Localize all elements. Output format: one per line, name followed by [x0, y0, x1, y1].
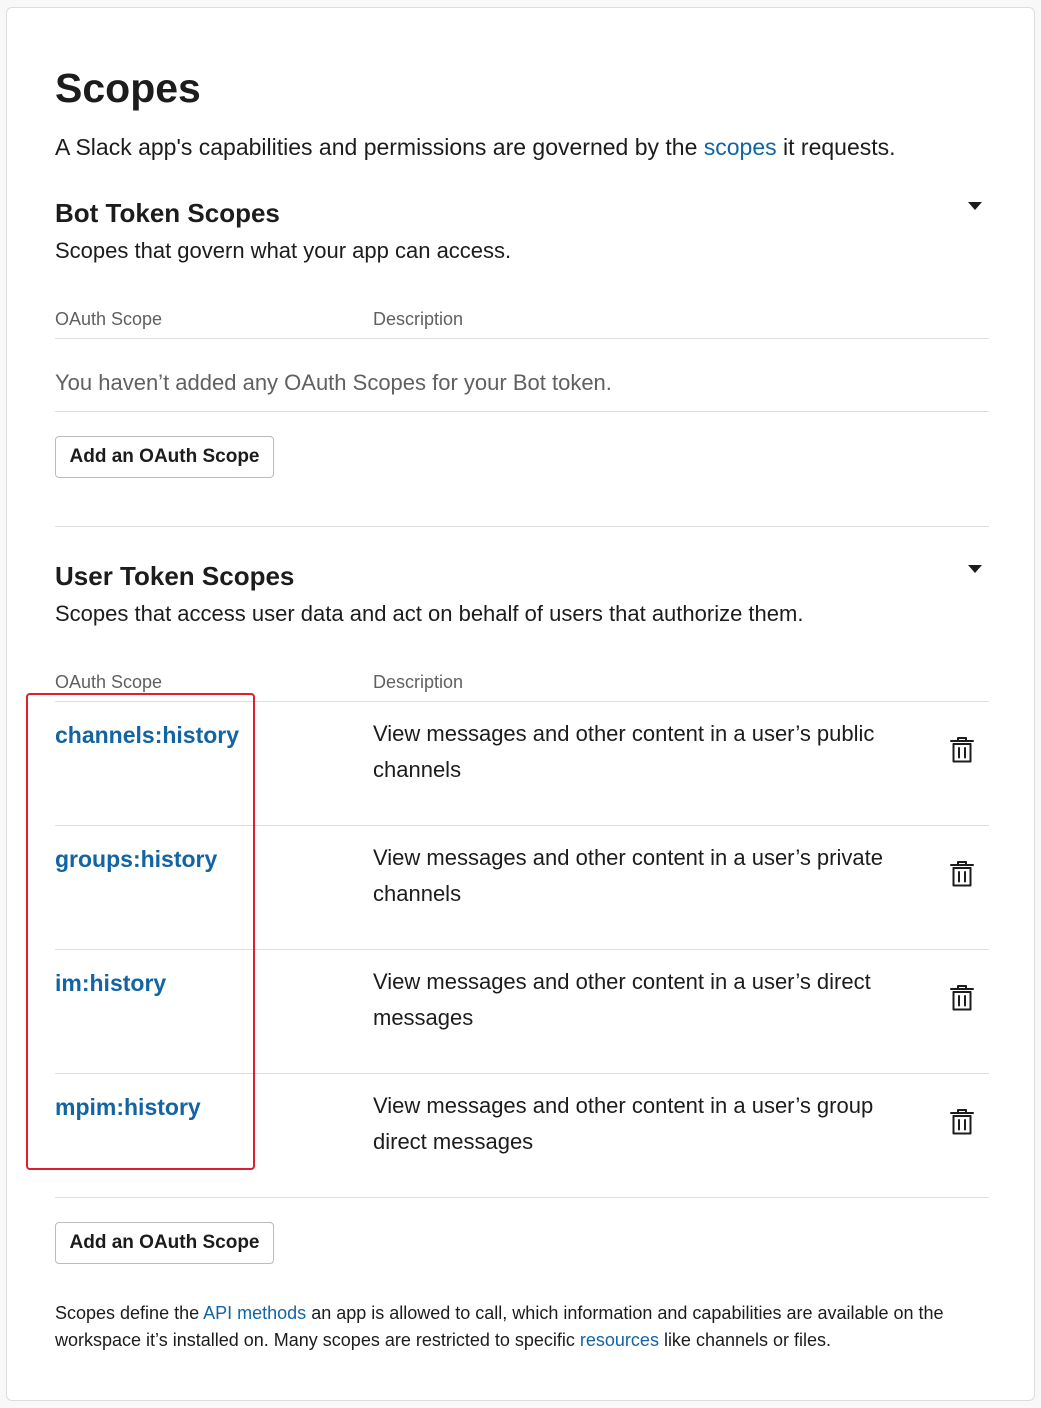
user-scopes-title: User Token Scopes	[55, 561, 295, 591]
trash-icon[interactable]	[949, 736, 975, 764]
user-scopes-subtitle: Scopes that access user data and act on …	[55, 601, 804, 626]
user-table-divider-bottom	[55, 1197, 989, 1198]
bot-table-divider-bottom	[55, 411, 989, 412]
bot-table-divider	[55, 338, 989, 339]
resources-link[interactable]: resources	[580, 1330, 659, 1350]
footer-note: Scopes define the API methods an app is …	[55, 1300, 989, 1354]
user-col-oauth-scope: OAuth Scope	[55, 672, 163, 692]
section-divider	[55, 526, 989, 527]
trash-icon[interactable]	[949, 984, 975, 1012]
bot-scopes-subtitle: Scopes that govern what your app can acc…	[55, 238, 512, 263]
intro-text-after: it requests.	[776, 134, 896, 160]
scope-description: View messages and other content in a use…	[373, 969, 871, 1030]
bot-col-description: Description	[373, 309, 464, 329]
scope-description: View messages and other content in a use…	[373, 721, 875, 782]
user-scopes-caret-down-icon[interactable]	[968, 565, 982, 573]
scope-description: View messages and other content in a use…	[373, 845, 883, 906]
intro-text-before: A Slack app's capabilities and permissio…	[55, 134, 704, 160]
bot-col-oauth-scope: OAuth Scope	[55, 309, 163, 329]
footer-text: Scopes define the	[55, 1303, 204, 1323]
user-col-description: Description	[373, 672, 464, 692]
page-title: Scopes	[55, 65, 201, 111]
bot-scopes-title: Bot Token Scopes	[55, 198, 280, 228]
footer-text: like channels or files.	[658, 1330, 832, 1350]
trash-icon[interactable]	[949, 1108, 975, 1136]
bot-empty-message: You haven’t added any OAuth Scopes for y…	[55, 370, 612, 395]
scope-names-highlight-box	[26, 693, 255, 1170]
bot-scopes-caret-down-icon[interactable]	[968, 202, 982, 210]
trash-icon[interactable]	[949, 860, 975, 888]
scope-description: View messages and other content in a use…	[373, 1093, 874, 1154]
bot-add-oauth-scope-button[interactable]: Add an OAuth Scope	[55, 436, 274, 478]
intro-text: A Slack app's capabilities and permissio…	[55, 131, 896, 163]
api-methods-link[interactable]: API methods	[203, 1303, 306, 1323]
scopes-link[interactable]: scopes	[704, 134, 777, 160]
user-add-oauth-scope-button[interactable]: Add an OAuth Scope	[55, 1222, 274, 1264]
